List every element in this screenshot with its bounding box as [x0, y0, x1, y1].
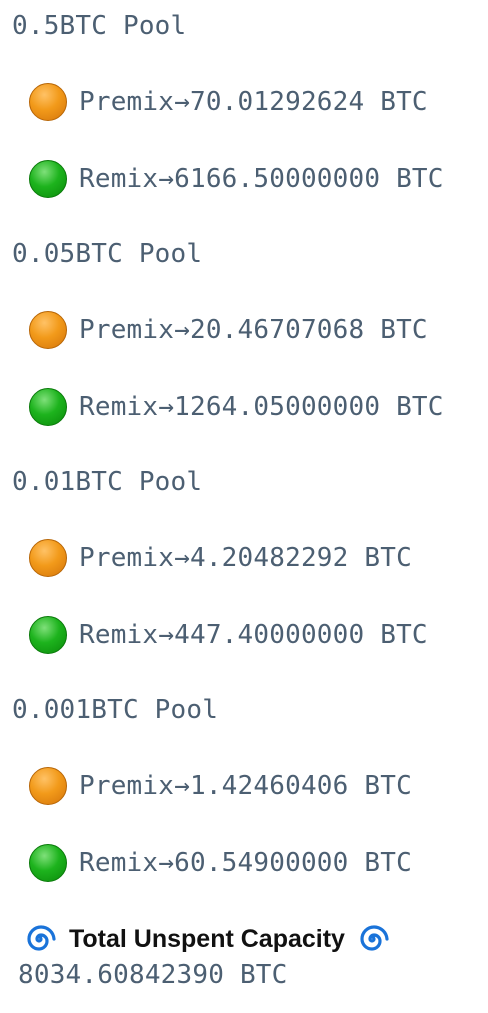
total-unspent-capacity-value: 8034.60842390 BTC — [18, 960, 288, 990]
cyclone-icon — [27, 925, 56, 951]
premix-amount: Premix→1.42460406 BTC — [79, 771, 412, 801]
premix-row-0.01btc: Premix→4.20482292 BTC — [29, 538, 412, 578]
pool-title-0.05btc: 0.05BTC Pool — [12, 239, 203, 269]
remix-amount: Remix→6166.50000000 BTC — [79, 164, 444, 194]
green-circle-icon — [29, 616, 67, 654]
pool-title-0.001btc: 0.001BTC Pool — [12, 695, 219, 725]
green-circle-icon — [29, 388, 67, 426]
green-circle-icon — [29, 160, 67, 198]
premix-amount: Premix→70.01292624 BTC — [79, 87, 428, 117]
remix-row-0.05btc: Remix→1264.05000000 BTC — [29, 387, 444, 427]
premix-row-0.05btc: Premix→20.46707068 BTC — [29, 310, 428, 350]
total-label-row: Total Unspent Capacity — [22, 920, 389, 958]
remix-row-0.5btc: Remix→6166.50000000 BTC — [29, 159, 444, 199]
cyclone-icon — [360, 925, 389, 951]
premix-row-0.001btc: Premix→1.42460406 BTC — [29, 766, 412, 806]
orange-circle-icon — [29, 311, 67, 349]
remix-row-0.001btc: Remix→60.54900000 BTC — [29, 843, 412, 883]
orange-circle-icon — [29, 83, 67, 121]
premix-amount: Premix→20.46707068 BTC — [79, 315, 428, 345]
pool-title-0.01btc: 0.01BTC Pool — [12, 467, 203, 497]
remix-amount: Remix→60.54900000 BTC — [79, 848, 412, 878]
orange-circle-icon — [29, 539, 67, 577]
remix-row-0.01btc: Remix→447.40000000 BTC — [29, 615, 428, 655]
remix-amount: Remix→1264.05000000 BTC — [79, 392, 444, 422]
remix-amount: Remix→447.40000000 BTC — [79, 620, 428, 650]
green-circle-icon — [29, 844, 67, 882]
pool-title-0.5btc: 0.5BTC Pool — [12, 11, 187, 41]
premix-row-0.5btc: Premix→70.01292624 BTC — [29, 82, 428, 122]
premix-amount: Premix→4.20482292 BTC — [79, 543, 412, 573]
orange-circle-icon — [29, 767, 67, 805]
total-unspent-capacity-label: Total Unspent Capacity — [69, 924, 345, 953]
